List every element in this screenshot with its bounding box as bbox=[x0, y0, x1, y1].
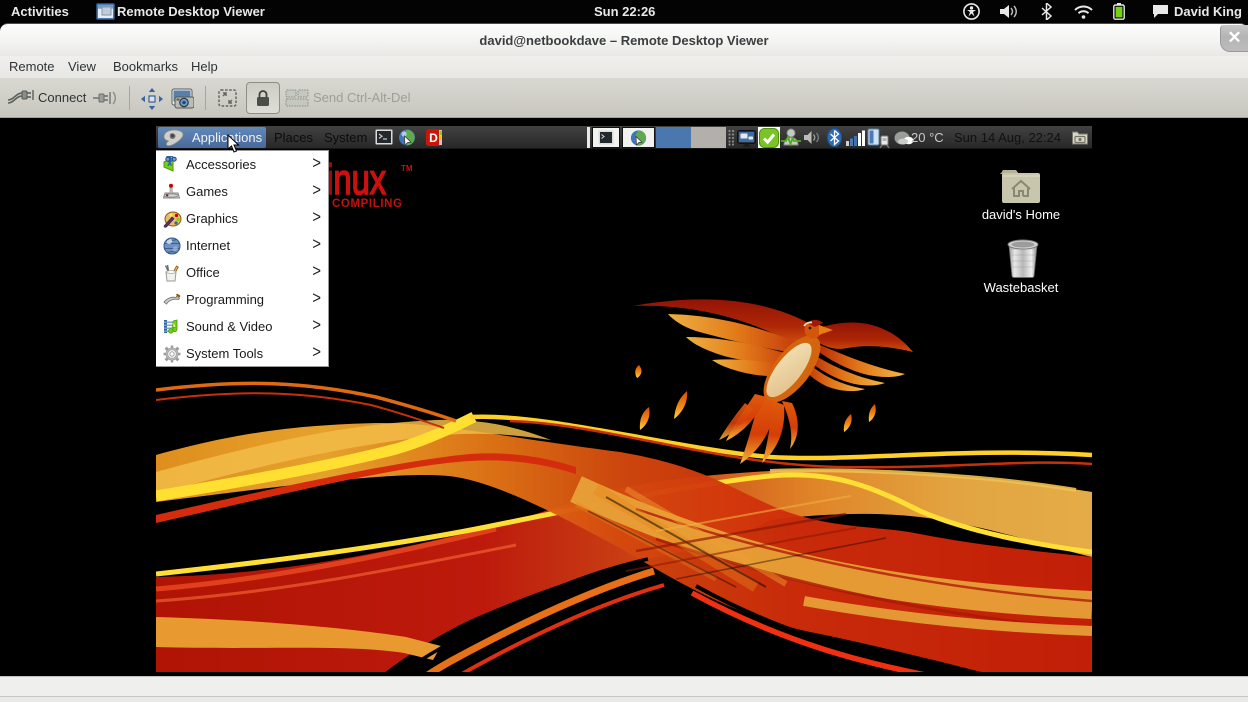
svg-text:COMPILING: COMPILING bbox=[332, 198, 403, 210]
svg-text:TM: TM bbox=[401, 164, 413, 173]
svg-text:D: D bbox=[429, 131, 438, 145]
